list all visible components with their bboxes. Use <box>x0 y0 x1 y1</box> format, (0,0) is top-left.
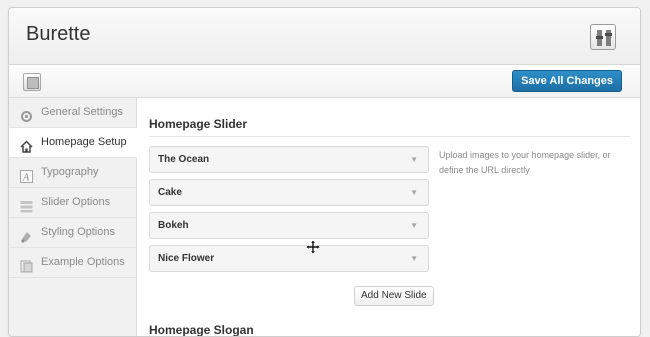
slide-item-the-ocean[interactable]: The Ocean ▼ <box>149 146 429 173</box>
move-cursor-icon <box>305 239 321 255</box>
slide-label: Nice Flower <box>158 253 215 264</box>
panel-icon[interactable] <box>23 73 41 91</box>
sidebar-item-label: Example Options <box>41 256 125 268</box>
sidebar-item-label: Typography <box>41 166 99 178</box>
gear-icon <box>20 106 33 122</box>
sidebar-item-typography[interactable]: A Typography <box>9 158 136 188</box>
slide-label: The Ocean <box>158 154 210 165</box>
add-new-slide-button[interactable]: Add New Slide <box>354 286 434 306</box>
slide-item-bokeh[interactable]: Bokeh ▼ <box>149 212 429 239</box>
homepage-slider-heading: Homepage Slider <box>149 117 248 131</box>
svg-text:A: A <box>22 173 30 184</box>
slider-help-text: Upload images to your homepage slider, o… <box>439 150 611 175</box>
sidebar-item-slider-options[interactable]: Slider Options <box>9 188 136 218</box>
homepage-slogan-heading: Homepage Slogan <box>149 323 254 337</box>
sidebar-item-label: Styling Options <box>41 226 115 238</box>
sidebar-item-label: Homepage Setup <box>41 136 127 148</box>
slide-item-nice-flower[interactable]: Nice Flower ▼ <box>149 245 429 272</box>
slide-label: Bokeh <box>158 220 189 231</box>
document-icon <box>20 256 33 273</box>
tools-icon[interactable] <box>590 24 616 50</box>
save-all-changes-button[interactable]: Save All Changes <box>512 70 622 92</box>
chevron-down-icon[interactable]: ▼ <box>410 246 418 271</box>
brand-title: Burette <box>26 23 91 45</box>
sidebar: General Settings Homepage Setup A Typogr… <box>9 98 137 336</box>
main-content: Homepage Slider The Ocean ▼ Cake ▼ Bokeh… <box>137 98 640 337</box>
sidebar-item-example-options[interactable]: Example Options <box>9 248 136 278</box>
slide-label: Cake <box>158 187 182 198</box>
toolbar: Save All Changes <box>9 65 640 98</box>
sidebar-item-label: General Settings <box>41 106 123 118</box>
home-icon <box>20 136 33 153</box>
sidebar-item-label: Slider Options <box>41 196 111 208</box>
sidebar-item-styling-options[interactable]: Styling Options <box>9 218 136 248</box>
chevron-down-icon[interactable]: ▼ <box>410 213 418 238</box>
options-panel: Burette Save All Changes General Setting… <box>8 7 641 337</box>
chevron-down-icon[interactable]: ▼ <box>410 147 418 172</box>
sidebar-item-homepage-setup[interactable]: Homepage Setup <box>9 128 137 158</box>
paint-icon <box>20 226 33 243</box>
panel-header: Burette <box>9 8 640 65</box>
sidebar-item-general-settings[interactable]: General Settings <box>9 98 136 128</box>
divider <box>149 136 630 137</box>
slide-item-cake[interactable]: Cake ▼ <box>149 179 429 206</box>
slider-icon <box>20 196 33 213</box>
chevron-down-icon[interactable]: ▼ <box>410 180 418 205</box>
font-icon: A <box>20 166 33 184</box>
